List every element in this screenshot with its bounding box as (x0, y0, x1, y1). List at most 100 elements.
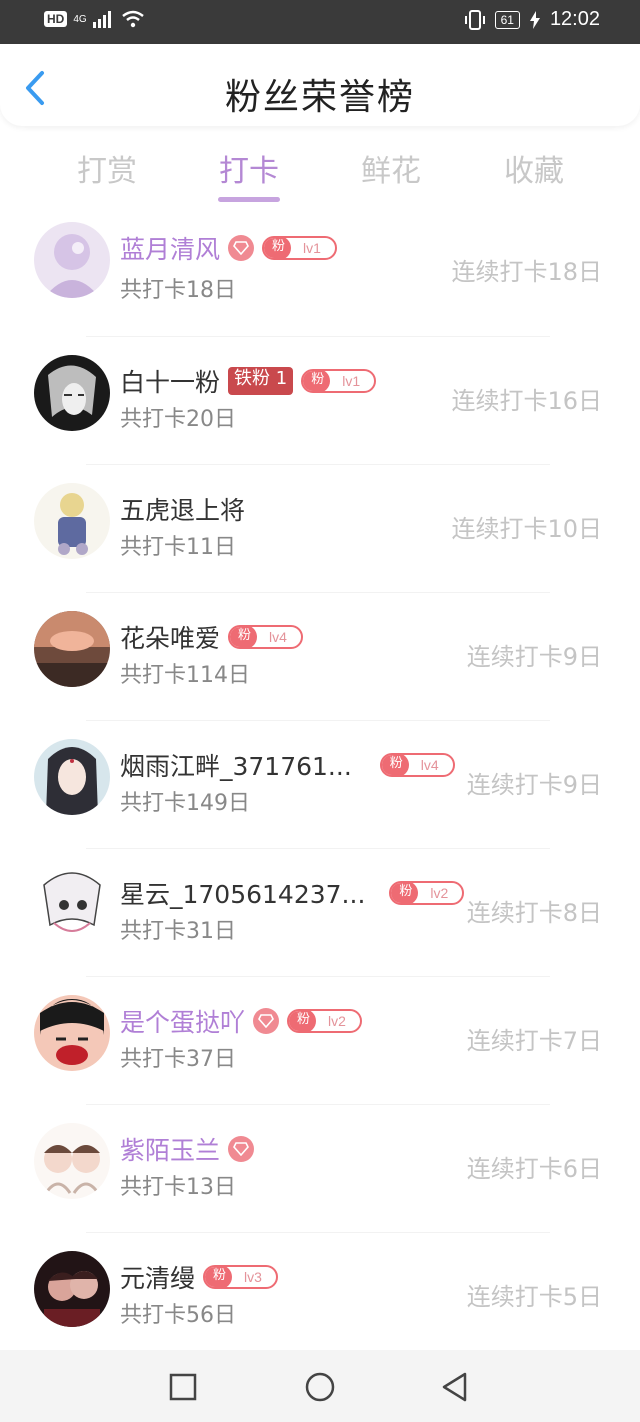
divider (86, 848, 550, 849)
avatar[interactable] (34, 355, 110, 431)
fan-badge-level: lv1 (303, 240, 321, 256)
avatar[interactable] (34, 739, 110, 815)
fan-badge-level: lv4 (420, 757, 439, 773)
user-name-line: 紫陌玉兰 (120, 1131, 255, 1167)
user-name: 蓝月清风 (120, 235, 221, 264)
total-checkin: 共打卡18日 (120, 278, 236, 303)
divider (86, 976, 550, 977)
user-name: 元清缦 (120, 1264, 196, 1293)
user-name: 星云_1705614237... (120, 880, 366, 909)
fan-badge-label: 粉 (264, 238, 292, 258)
streak-checkin: 连续打卡10日 (451, 515, 602, 543)
divider (86, 592, 550, 593)
total-checkin: 共打卡37日 (120, 1047, 236, 1072)
fan-level-badge: 粉 lv2 (287, 1009, 362, 1033)
fan-level-badge: 粉 lv4 (379, 753, 455, 777)
page-title: 粉丝荣誉榜 (224, 77, 415, 118)
user-name-line: 白十一粉 铁粉 1 粉 lv1 (120, 363, 377, 399)
status-left: HD 4G (44, 10, 145, 28)
user-name-line: 蓝月清风 粉 lv1 (120, 230, 337, 266)
user-name-line: 是个蛋挞吖 粉 lv2 (120, 1003, 362, 1039)
user-name-line: 烟雨江畔_371761... 粉 lv4 (120, 747, 455, 783)
system-nav-bar (0, 1350, 640, 1422)
status-bar: HD 4G 61 12:02 (0, 0, 640, 44)
total-checkin: 共打卡56日 (120, 1303, 236, 1328)
divider (86, 1104, 550, 1105)
streak-checkin: 连续打卡7日 (466, 1027, 602, 1055)
streak-checkin: 连续打卡6日 (466, 1155, 602, 1183)
fan-badge-level: lv2 (328, 1013, 346, 1029)
user-name-line: 花朵唯爱 粉 lv4 (120, 619, 303, 655)
streak-checkin: 连续打卡5日 (466, 1283, 602, 1311)
total-checkin: 共打卡11日 (120, 535, 236, 560)
fan-level-badge: 粉 lv1 (301, 369, 377, 393)
avatar[interactable] (34, 867, 110, 943)
app-header: 粉丝荣誉榜 (0, 44, 640, 126)
tab-reward[interactable]: 打赏 (57, 146, 157, 190)
avatar[interactable] (34, 222, 110, 298)
avatar[interactable] (34, 995, 110, 1071)
streak-checkin: 连续打卡9日 (466, 771, 602, 799)
total-checkin: 共打卡114日 (120, 663, 250, 688)
avatar[interactable] (34, 611, 110, 687)
vibrate-icon (464, 9, 485, 30)
avatar[interactable] (34, 1123, 110, 1199)
user-name: 五虎退上将 (120, 496, 246, 525)
diamond-icon (253, 1008, 280, 1034)
status-right: 61 12:02 (464, 8, 600, 31)
triangle-back-icon[interactable] (438, 1370, 472, 1404)
fan-badge-level: lv4 (269, 629, 287, 645)
user-name: 花朵唯爱 (120, 624, 221, 653)
tab-bar: 打赏 打卡 鲜花 收藏 (0, 140, 640, 210)
fan-badge-level: lv3 (244, 1269, 262, 1285)
diamond-icon (228, 235, 255, 261)
user-name: 紫陌玉兰 (120, 1136, 221, 1165)
tab-flowers[interactable]: 鲜花 (341, 146, 441, 190)
streak-checkin: 连续打卡16日 (451, 387, 602, 415)
tab-checkin[interactable]: 打卡 (199, 146, 299, 190)
signal-icon (92, 11, 111, 28)
user-name: 是个蛋挞吖 (120, 1008, 246, 1037)
clock: 12:02 (549, 8, 600, 30)
list-item[interactable]: 蓝月清风 粉 lv1 共打卡18日 连续打卡18日 (0, 222, 640, 350)
tab-favorites[interactable]: 收藏 (484, 146, 584, 190)
user-name-line: 元清缦 粉 lv3 (120, 1259, 278, 1295)
fan-badge-level: lv2 (430, 885, 449, 901)
total-checkin: 共打卡13日 (120, 1175, 236, 1200)
streak-checkin: 连续打卡18日 (451, 258, 602, 286)
circle-home-icon[interactable] (303, 1370, 337, 1404)
fan-badge-label: 粉 (289, 1011, 317, 1031)
streak-checkin: 连续打卡8日 (466, 899, 602, 927)
hd-badge: HD (44, 11, 68, 27)
iron-fan-tag: 铁粉 1 (228, 367, 294, 395)
wifi-icon (121, 10, 144, 28)
avatar[interactable] (34, 1251, 110, 1327)
divider (86, 336, 550, 337)
total-checkin: 共打卡31日 (120, 919, 236, 944)
user-name-line: 星云_1705614237... 粉 lv2 (120, 875, 465, 911)
divider (86, 720, 550, 721)
battery-indicator: 61 (494, 10, 520, 29)
user-name-line: 五虎退上将 (120, 491, 245, 527)
user-name: 白十一粉 (120, 368, 221, 397)
avatar[interactable] (34, 483, 110, 559)
active-tab-indicator (218, 197, 280, 202)
charging-icon (529, 10, 540, 29)
total-checkin: 共打卡149日 (120, 791, 250, 816)
streak-checkin: 连续打卡9日 (466, 643, 602, 671)
fan-badge-level: lv1 (342, 373, 361, 389)
fan-badge-label: 粉 (205, 1267, 233, 1287)
fan-level-badge: 粉 lv3 (203, 1265, 278, 1289)
square-recent-icon[interactable] (166, 1370, 200, 1404)
fan-level-badge: 粉 lv1 (262, 236, 337, 260)
user-name: 烟雨江畔_371761... (120, 752, 352, 781)
divider (86, 1232, 550, 1233)
fan-badge-label: 粉 (381, 755, 409, 775)
total-checkin: 共打卡20日 (120, 407, 236, 432)
fan-badge-label: 粉 (391, 883, 419, 903)
fan-badge-label: 粉 (230, 627, 258, 647)
fan-badge-label: 粉 (303, 371, 331, 391)
diamond-icon (228, 1136, 255, 1162)
network-type: 4G (73, 13, 87, 25)
divider (86, 464, 550, 465)
